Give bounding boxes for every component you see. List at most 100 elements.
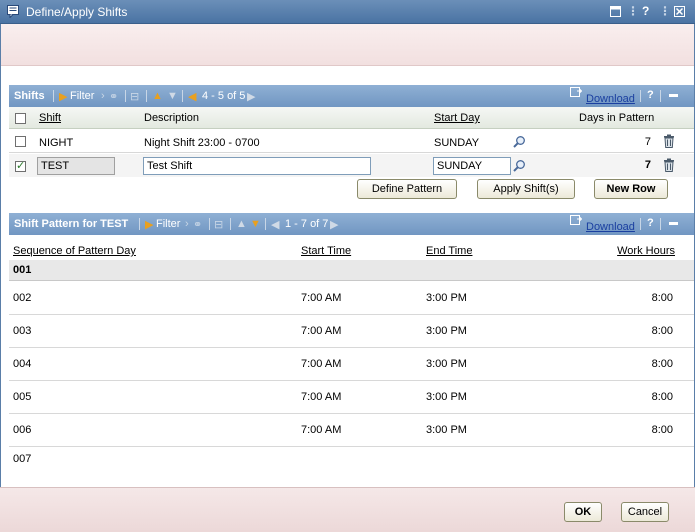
- toolbar-separator: [660, 218, 661, 230]
- minimize-icon[interactable]: [669, 222, 678, 225]
- shift-description-field[interactable]: Test Shift: [143, 157, 371, 175]
- pattern-work-hours: 8:00: [651, 325, 673, 337]
- pattern-sequence: 003: [13, 325, 32, 337]
- pattern-start-time: 7:00 AM: [301, 292, 342, 304]
- pattern-sequence: 001: [13, 264, 32, 276]
- row-checkbox[interactable]: [15, 159, 26, 172]
- help-icon[interactable]: ?: [642, 4, 649, 18]
- pattern-end-time: 3:00 PM: [426, 325, 467, 337]
- pattern-sequence: 005: [13, 391, 32, 403]
- column-header-start-time[interactable]: Start Time: [301, 245, 351, 257]
- binoculars-icon[interactable]: ⚭: [109, 90, 118, 103]
- prev-page-icon[interactable]: ◀: [271, 218, 279, 231]
- pattern-sequence: 007: [13, 453, 32, 465]
- toolbar-separator: [125, 90, 126, 102]
- column-header-sequence[interactable]: Sequence of Pattern Day: [13, 245, 136, 257]
- pattern-start-time: 7:00 AM: [301, 424, 342, 436]
- table-row[interactable]: 002 7:00 AM 3:00 PM 8:00: [9, 282, 694, 315]
- table-row[interactable]: 007: [9, 447, 694, 480]
- download-icon[interactable]: [570, 215, 582, 225]
- table-row[interactable]: 004 7:00 AM 3:00 PM 8:00: [9, 348, 694, 381]
- download-link[interactable]: Download: [586, 93, 635, 105]
- restore-icon[interactable]: [610, 6, 621, 17]
- pattern-work-hours: 8:00: [651, 391, 673, 403]
- title-separator: ⋮: [659, 4, 671, 18]
- column-header-days-in-pattern: Days in Pattern: [579, 112, 655, 124]
- pattern-end-time: 3:00 PM: [426, 391, 467, 403]
- filter-arrow-icon: ›: [101, 90, 105, 102]
- help-icon[interactable]: ?: [647, 89, 654, 101]
- apply-shifts-button[interactable]: Apply Shift(s): [477, 179, 575, 199]
- shifts-section-title: Shifts: [14, 90, 45, 102]
- dialog-icon: [7, 5, 19, 18]
- window-title-bar: Define/Apply Shifts ⋮ ? ⋮: [0, 0, 695, 24]
- toolbar-separator: [209, 218, 210, 230]
- help-icon[interactable]: ?: [647, 217, 654, 229]
- pattern-section-header: Shift Pattern for TEST ▶ Filter › ⚭ ⊟ ▲ …: [9, 213, 694, 235]
- pattern-sequence: 002: [13, 292, 32, 304]
- column-header-shift[interactable]: Shift: [39, 112, 61, 124]
- move-up-icon[interactable]: ▲: [236, 218, 247, 230]
- table-row[interactable]: 005 7:00 AM 3:00 PM 8:00: [9, 381, 694, 414]
- toolbar-separator: [53, 90, 54, 102]
- shift-start-day-field[interactable]: SUNDAY: [433, 157, 511, 175]
- table-row[interactable]: 001: [9, 260, 694, 281]
- pattern-work-hours: 8:00: [651, 358, 673, 370]
- next-page-icon[interactable]: ▶: [247, 90, 255, 103]
- pattern-end-time: 3:00 PM: [426, 292, 467, 304]
- select-all-checkbox[interactable]: [15, 113, 26, 124]
- days-in-pattern: 7: [644, 159, 651, 171]
- toolbar-separator: [265, 218, 266, 230]
- pattern-work-hours: 8:00: [651, 292, 673, 304]
- pattern-end-time: 3:00 PM: [426, 358, 467, 370]
- record-range: 1 - 7 of 7: [285, 218, 329, 230]
- prev-page-icon[interactable]: ◀: [188, 90, 196, 103]
- pattern-start-time: 7:00 AM: [301, 358, 342, 370]
- window-frame: [0, 24, 1, 532]
- shift-start-day: SUNDAY: [434, 137, 480, 149]
- pattern-table-header: Sequence of Pattern Day Start Time End T…: [9, 236, 694, 260]
- toolbar-separator: [230, 218, 231, 230]
- table-row[interactable]: 006 7:00 AM 3:00 PM 8:00: [9, 414, 694, 447]
- column-header-end-time[interactable]: End Time: [426, 245, 472, 257]
- days-in-pattern: 7: [644, 136, 651, 148]
- trash-icon[interactable]: [663, 134, 675, 148]
- shift-description: Night Shift 23:00 - 0700: [144, 137, 260, 149]
- row-checkbox[interactable]: [15, 136, 26, 147]
- magnifier-icon[interactable]: [513, 159, 526, 172]
- columns-icon[interactable]: ⊟: [214, 218, 223, 231]
- table-row[interactable]: 003 7:00 AM 3:00 PM 8:00: [9, 315, 694, 348]
- table-row[interactable]: NIGHT Night Shift 23:00 - 0700 SUNDAY 7: [9, 130, 694, 153]
- filter-arrow-icon: ▶: [59, 91, 68, 103]
- download-link[interactable]: Download: [586, 221, 635, 233]
- define-pattern-button[interactable]: Define Pattern: [357, 179, 457, 199]
- columns-icon[interactable]: ⊟: [130, 90, 139, 103]
- pattern-sequence: 006: [13, 424, 32, 436]
- binoculars-icon[interactable]: ⚭: [193, 218, 202, 231]
- filter-link[interactable]: Filter: [156, 218, 180, 230]
- next-page-icon[interactable]: ▶: [330, 218, 338, 231]
- top-band: [0, 24, 695, 66]
- shift-code-field[interactable]: TEST: [37, 157, 115, 175]
- record-range: 4 - 5 of 5: [202, 90, 246, 102]
- download-icon[interactable]: [570, 87, 582, 97]
- cancel-button[interactable]: Cancel: [621, 502, 669, 522]
- magnifier-icon[interactable]: [513, 135, 526, 148]
- new-row-button[interactable]: New Row: [594, 179, 668, 199]
- filter-link[interactable]: Filter: [70, 90, 94, 102]
- column-header-start-day[interactable]: Start Day: [434, 112, 480, 124]
- filter-arrow-icon: ▶: [145, 219, 154, 231]
- column-header-description: Description: [144, 112, 200, 124]
- table-row[interactable]: TEST Test Shift SUNDAY 7: [9, 154, 694, 177]
- toolbar-separator: [640, 218, 641, 230]
- move-down-icon[interactable]: ▼: [167, 90, 178, 102]
- move-up-icon[interactable]: ▲: [152, 90, 163, 102]
- ok-button[interactable]: OK: [564, 502, 602, 522]
- move-down-icon[interactable]: ▼: [250, 218, 261, 230]
- toolbar-separator: [139, 218, 140, 230]
- column-header-work-hours[interactable]: Work Hours: [589, 245, 675, 257]
- shift-code: NIGHT: [39, 137, 74, 149]
- close-icon[interactable]: [674, 6, 685, 17]
- trash-icon[interactable]: [663, 158, 675, 172]
- minimize-icon[interactable]: [669, 94, 678, 97]
